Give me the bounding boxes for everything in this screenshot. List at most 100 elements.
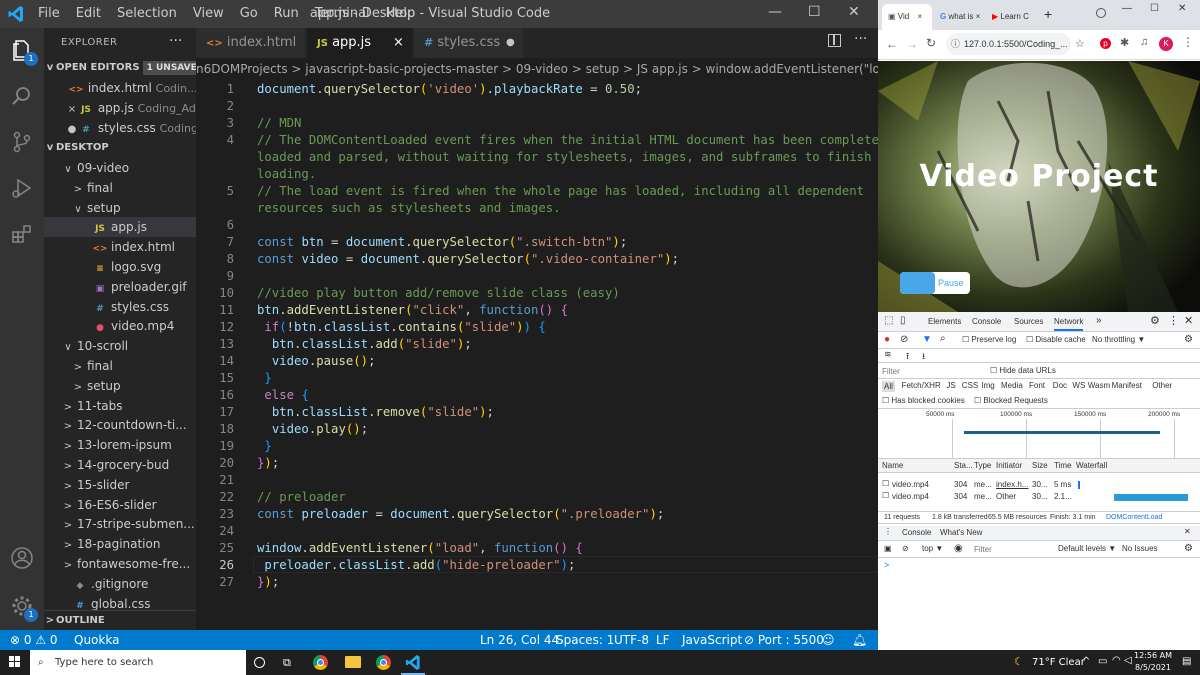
info-icon[interactable]: ⓘ: [951, 33, 960, 55]
code-line[interactable]: preloader.classList.add("hide-preloader"…: [257, 558, 575, 572]
tab-close-icon[interactable]: ×: [917, 12, 922, 21]
feedback-icon[interactable]: ☺: [822, 630, 835, 650]
column-header[interactable]: Name: [882, 461, 903, 470]
type-filter-fetch-xhr[interactable]: Fetch/XHR: [902, 381, 941, 390]
task-view-icon[interactable]: ⧉: [283, 656, 291, 670]
online-status-icon[interactable]: ≋: [884, 349, 892, 360]
desktop-section[interactable]: v DESKTOP: [44, 138, 196, 158]
hide-data-urls-checkbox[interactable]: ☐ Hide data URLs: [990, 366, 1056, 375]
type-filter-media[interactable]: Media: [1001, 381, 1023, 390]
chrome-taskbar-icon[interactable]: [313, 655, 328, 670]
type-filter-css[interactable]: CSS: [962, 381, 978, 390]
bookmark-star-icon[interactable]: ☆: [1075, 37, 1085, 50]
code-line[interactable]: btn.classList.remove("slide");: [257, 405, 494, 419]
code-line[interactable]: window.addEventListener("load", function…: [257, 541, 583, 555]
clock-date[interactable]: 8/5/2021: [1130, 663, 1176, 672]
code-line[interactable]: if(!btn.classList.contains("slide")) {: [257, 320, 545, 334]
row-checkbox[interactable]: ☐: [882, 479, 889, 488]
chrome-menu-icon[interactable]: ⋮: [1182, 35, 1194, 49]
browser-tab-youtube[interactable]: ▶ Learn C: [986, 4, 1038, 30]
column-header[interactable]: Time: [1054, 461, 1071, 470]
close-drawer-icon[interactable]: ✕: [1184, 527, 1191, 536]
split-editor-icon[interactable]: [828, 34, 841, 47]
drawer-tab-console[interactable]: Console: [902, 528, 931, 537]
tab-sources[interactable]: Sources: [1014, 317, 1043, 326]
open-editor-item[interactable]: ●# styles.css Coding...: [44, 118, 196, 138]
search-icon[interactable]: ⌕: [940, 333, 946, 344]
type-filter-js[interactable]: JS: [946, 381, 955, 390]
tree-item[interactable]: JS app.js: [44, 217, 196, 238]
more-actions-icon[interactable]: ···: [854, 31, 867, 47]
context-select[interactable]: top ▼: [922, 544, 943, 553]
record-icon[interactable]: ●: [884, 334, 890, 345]
indentation-status[interactable]: Spaces: 1: [556, 630, 614, 650]
network-filter-input[interactable]: [882, 365, 982, 377]
weather-status[interactable]: 71°F Clear: [1032, 657, 1085, 668]
row-checkbox[interactable]: ☐: [882, 491, 889, 500]
open-editors-section[interactable]: vOPEN EDITORS1 UNSAVED: [44, 58, 196, 78]
console-filter-input[interactable]: [974, 544, 1054, 555]
code-line[interactable]: }: [257, 371, 271, 385]
tree-item[interactable]: <> index.html: [44, 237, 196, 257]
clock-time[interactable]: 12:56 AM: [1130, 651, 1176, 660]
tray-chevron-icon[interactable]: ^: [1082, 656, 1090, 667]
inspect-element-icon[interactable]: ⬚: [884, 315, 893, 326]
code-line[interactable]: //video play button add/remove slide cla…: [257, 286, 620, 300]
table-row[interactable]: video.mp4 304 me... index.h... 30... 5 ms ☐: [878, 479, 1200, 491]
notifications-bell-icon[interactable]: 🔔︎: [852, 630, 867, 650]
type-filter-wasm[interactable]: Wasm: [1088, 381, 1110, 390]
log-levels-select[interactable]: Default levels ▼: [1058, 544, 1116, 553]
settings-gear-icon[interactable]: ⚙: [1150, 314, 1160, 327]
tab-close-icon[interactable]: ×: [976, 12, 981, 21]
tab-close-icon[interactable]: ×: [393, 28, 404, 58]
address-bar[interactable]: ⓘ 127.0.0.1:5500/Coding_...: [946, 33, 1071, 55]
profile-avatar[interactable]: K: [1159, 37, 1173, 51]
tree-item[interactable]: >15-slider: [44, 475, 196, 495]
tab-app-js[interactable]: JS app.js ×: [307, 28, 413, 58]
sidebar-toggle-icon[interactable]: ▣: [884, 544, 892, 553]
tree-item[interactable]: >11-tabs: [44, 396, 196, 416]
code-line[interactable]: const btn = document.querySelector(".swi…: [257, 235, 627, 249]
code-line[interactable]: // preloader: [257, 490, 346, 504]
tree-item[interactable]: >18-pagination: [44, 534, 196, 554]
cortana-icon[interactable]: [254, 657, 265, 668]
tree-item[interactable]: >14-grocery-bud: [44, 455, 196, 475]
quokka-status[interactable]: Quokka: [74, 630, 119, 650]
column-header[interactable]: Size: [1032, 461, 1048, 470]
run-debug-icon[interactable]: [10, 176, 34, 200]
throttling-select[interactable]: No throttling ▼: [1092, 335, 1145, 344]
close-icon[interactable]: ✕: [1178, 3, 1186, 14]
column-header[interactable]: Initiator: [996, 461, 1022, 470]
explorer-icon[interactable]: 1: [10, 38, 38, 66]
tree-item[interactable]: > setup: [44, 376, 196, 396]
taskbar-search[interactable]: ⌕ Type here to search: [30, 650, 246, 675]
type-filter-ws[interactable]: WS: [1072, 381, 1085, 390]
extensions-puzzle-icon[interactable]: ✱: [1120, 36, 1129, 49]
code-line[interactable]: const preloader = document.querySelector…: [257, 507, 664, 521]
maximize-icon[interactable]: ☐: [808, 4, 821, 20]
code-line[interactable]: loaded and parsed, without waiting for s…: [257, 150, 871, 164]
code-line[interactable]: });: [257, 575, 279, 589]
column-header[interactable]: Waterfall: [1076, 461, 1107, 470]
type-filter-img[interactable]: Img: [981, 381, 994, 390]
encoding-status[interactable]: UTF-8: [614, 630, 649, 650]
code-line[interactable]: video.play();: [257, 422, 368, 436]
code-line[interactable]: }: [257, 439, 271, 453]
source-control-icon[interactable]: [10, 130, 34, 154]
weather-icon[interactable]: ☾: [1014, 655, 1024, 668]
column-header[interactable]: Type: [974, 461, 991, 470]
console-prompt[interactable]: >: [884, 560, 889, 570]
code-editor[interactable]: 1 document.querySelector('video').playbac…: [196, 80, 878, 630]
tree-item[interactable]: ∨ 10-scroll: [44, 336, 196, 356]
accounts-icon[interactable]: [10, 546, 34, 570]
notification-center-icon[interactable]: ▤: [1182, 656, 1191, 667]
breadcrumb[interactable]: n6DOMProjects > javascript-basic-project…: [196, 58, 878, 80]
tree-item[interactable]: ▣ preloader.gif: [44, 277, 196, 297]
menu-edit[interactable]: Edit: [76, 6, 101, 21]
console-settings-icon[interactable]: ⚙: [1184, 543, 1193, 554]
browser-tab-google[interactable]: G what is ×: [934, 4, 984, 30]
tree-item[interactable]: ∨ 09-video: [44, 158, 196, 178]
tree-item[interactable]: >13-lorem-ipsum: [44, 435, 196, 455]
manage-gear-icon[interactable]: 1: [10, 594, 38, 622]
open-editor-item[interactable]: <> index.html Codin...: [44, 78, 196, 98]
